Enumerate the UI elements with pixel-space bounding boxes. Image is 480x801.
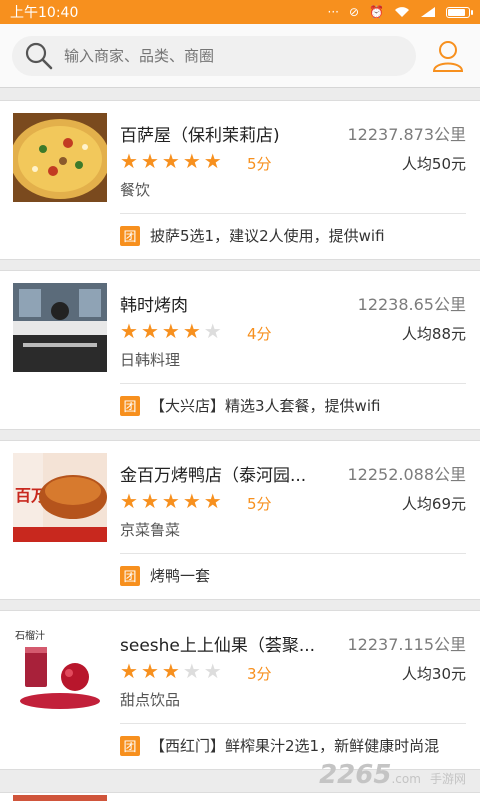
user-icon [432, 40, 464, 72]
merchant-price: 人均69元 [401, 495, 466, 513]
merchant-card[interactable]: 石榴汁 seeshe上上仙果（荟聚... 12237.115公里 ★ ★ ★ ★ ★ 3… [0, 610, 480, 770]
star-icon: ★ [140, 149, 159, 173]
more-dots-icon: ··· [327, 5, 339, 19]
deal-text: 【大兴店】精选3人套餐，提供wifi [150, 397, 381, 415]
signal-icon [421, 7, 435, 17]
star-icon: ★ [161, 489, 180, 513]
group-deal-badge: 团 [120, 225, 140, 246]
merchant-card[interactable]: 百万 金百万烤鸭店（泰河园... 12252.088公里 ★ ★ ★ ★ ★ 5分 人均… [0, 440, 480, 600]
partial-thumbnail [13, 795, 107, 801]
divider [120, 383, 466, 384]
star-icon: ★ [120, 659, 138, 683]
watermark-sub: 手游网 [429, 772, 466, 786]
search-input[interactable] [62, 45, 386, 66]
merchant-card[interactable]: 韩时烤肉 12238.65公里 ★ ★ ★ ★ ★ 4分 人均88元 日韩料理 团 【大… [0, 270, 480, 430]
bbq-restaurant-thumbnail [13, 283, 107, 372]
status-time: 上午10:40 [10, 5, 79, 21]
merchant-distance: 12237.115公里 [347, 635, 466, 654]
divider [120, 723, 466, 724]
deal-row[interactable]: 团 【西红门】鲜榨果汁2选1，新鲜健康时尚混 [120, 735, 439, 756]
rating-stars: ★ ★ ★ ★ ★ [120, 491, 222, 511]
star-icon: ★ [203, 489, 222, 513]
merchant-score: 4分 [247, 325, 272, 343]
group-deal-badge: 团 [120, 735, 140, 756]
status-bar: 上午10:40 ··· ⊘ ⏰ [0, 0, 480, 24]
star-icon: ★ [161, 319, 180, 343]
star-icon: ★ [203, 149, 222, 173]
star-icon: ★ [182, 319, 201, 343]
group-deal-badge: 团 [120, 395, 140, 416]
watermark-suffix: .com [391, 772, 421, 786]
rating-stars: ★ ★ ★ ★ ★ [120, 321, 222, 341]
star-icon: ★ [120, 489, 138, 513]
deal-text: 烤鸭一套 [150, 567, 211, 585]
search-icon [25, 42, 53, 69]
merchant-list: 百萨屋（保利茉莉店) 12237.873公里 ★ ★ ★ ★ ★ 5分 人均50元 餐饮… [0, 100, 480, 780]
deal-row[interactable]: 团 披萨5选1，建议2人使用，提供wifi [120, 225, 385, 246]
star-icon: ★ [120, 149, 138, 173]
merchant-distance: 12237.873公里 [347, 125, 466, 144]
merchant-category: 餐饮 [120, 181, 151, 199]
merchant-card[interactable]: 百萨屋（保利茉莉店) 12237.873公里 ★ ★ ★ ★ ★ 5分 人均50元 餐饮… [0, 100, 480, 260]
merchant-name: 百萨屋（保利茉莉店) [120, 126, 280, 146]
search-header [0, 24, 480, 88]
star-icon: ★ [161, 659, 180, 683]
merchant-distance: 12252.088公里 [347, 465, 466, 484]
merchant-price: 人均30元 [401, 665, 466, 683]
merchant-name: 韩时烤肉 [120, 296, 188, 316]
rating-stars: ★ ★ ★ ★ ★ [120, 661, 222, 681]
merchant-score: 5分 [247, 155, 272, 173]
star-empty-icon: ★ [203, 659, 222, 683]
star-icon: ★ [161, 149, 180, 173]
deal-row[interactable]: 团 【大兴店】精选3人套餐，提供wifi [120, 395, 380, 416]
merchant-category: 京菜鲁菜 [120, 521, 181, 539]
merchant-category: 甜点饮品 [120, 691, 181, 709]
user-profile-button[interactable] [428, 36, 468, 76]
wifi-icon [395, 7, 409, 17]
rating-stars: ★ ★ ★ ★ ★ [120, 151, 222, 171]
juice-sign-text: 石榴汁 [15, 629, 45, 642]
merchant-score: 3分 [247, 665, 272, 683]
star-icon: ★ [182, 149, 201, 173]
merchant-price: 人均50元 [401, 155, 466, 173]
star-empty-icon: ★ [203, 319, 222, 343]
search-bar[interactable] [12, 35, 416, 76]
deal-text: 【西红门】鲜榨果汁2选1，新鲜健康时尚混 [150, 737, 440, 755]
star-icon: ★ [120, 319, 138, 343]
juice-thumbnail: 石榴汁 [13, 623, 107, 712]
deal-text: 披萨5选1，建议2人使用，提供wifi [150, 227, 385, 245]
divider [120, 213, 466, 214]
alarm-icon: ⏰ [369, 5, 384, 19]
roast-duck-thumbnail: 百万 [13, 453, 107, 542]
merchant-name: 金百万烤鸭店（泰河园... [120, 466, 307, 486]
star-empty-icon: ★ [182, 659, 201, 683]
star-icon: ★ [140, 319, 159, 343]
sync-off-icon: ⊘ [348, 5, 360, 19]
battery-icon [446, 6, 473, 18]
watermark-logo: 2265.com 手游网 [319, 760, 466, 790]
merchant-price: 人均88元 [401, 325, 466, 343]
star-icon: ★ [140, 659, 159, 683]
merchant-distance: 12238.65公里 [357, 295, 466, 314]
status-icons: ··· ⊘ ⏰ [327, 5, 473, 19]
watermark-text: 2265 [319, 760, 392, 790]
divider [120, 553, 466, 554]
deal-row[interactable]: 团 烤鸭一套 [120, 565, 210, 586]
merchant-score: 5分 [247, 495, 272, 513]
star-icon: ★ [182, 489, 201, 513]
star-icon: ★ [140, 489, 159, 513]
merchant-name: seeshe上上仙果（荟聚... [120, 636, 316, 656]
pizza-thumbnail [13, 113, 107, 202]
merchant-category: 日韩料理 [120, 351, 181, 369]
group-deal-badge: 团 [120, 565, 140, 586]
